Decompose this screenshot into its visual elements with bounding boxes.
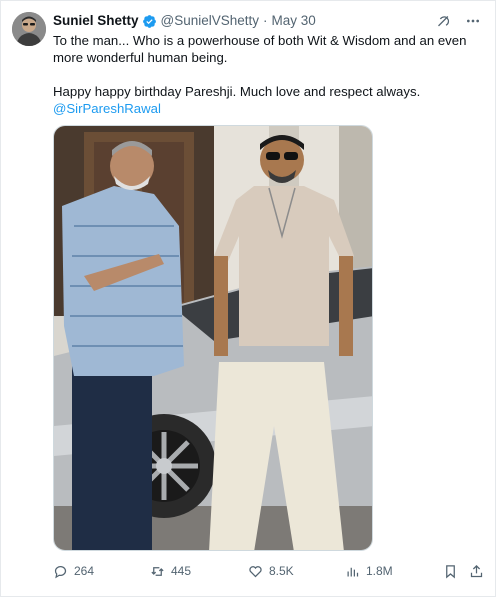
tweet-card[interactable]: Suniel Shetty @SunielVShetty · May 30 To… <box>0 0 496 597</box>
author-name[interactable]: Suniel Shetty <box>53 12 139 30</box>
verified-badge-icon <box>142 14 157 29</box>
tweet-text-line-2: Happy happy birthday Pareshji. Much love… <box>53 84 421 99</box>
views-button[interactable]: 1.8M <box>345 562 393 580</box>
header-actions <box>435 12 481 30</box>
more-icon[interactable] <box>465 12 481 30</box>
reply-count: 264 <box>74 564 95 578</box>
views-icon <box>347 567 359 576</box>
reply-button[interactable]: 264 <box>53 562 94 580</box>
reply-icon <box>54 565 67 578</box>
bookmark-button[interactable] <box>443 562 458 580</box>
tweet-date[interactable]: May 30 <box>272 12 316 30</box>
views-count: 1.8M <box>366 564 393 578</box>
retweet-icon <box>151 566 164 576</box>
tweet-actions: 264 445 8.5K 1.8M <box>53 562 485 580</box>
like-button[interactable]: 8.5K <box>248 562 294 580</box>
photo-illustration <box>54 126 372 550</box>
retweet-count: 445 <box>171 564 192 578</box>
avatar[interactable] <box>12 12 46 46</box>
share-icon <box>470 564 483 577</box>
bookmark-icon <box>446 564 455 578</box>
like-icon <box>249 565 262 577</box>
header-separator: · <box>263 13 268 28</box>
author-handle[interactable]: @SunielVShetty <box>161 12 260 30</box>
share-button[interactable] <box>469 562 484 580</box>
tweet-image[interactable] <box>53 125 373 551</box>
grok-icon[interactable] <box>435 12 451 30</box>
mention-link[interactable]: @SirPareshRawal <box>53 100 493 117</box>
tweet-text-line-1: To the man... Who is a powerhouse of bot… <box>53 33 467 65</box>
tweet-header: Suniel Shetty @SunielVShetty · May 30 <box>53 12 481 30</box>
like-count: 8.5K <box>269 564 294 578</box>
retweet-button[interactable]: 445 <box>150 562 191 580</box>
tweet-text: To the man... Who is a powerhouse of bot… <box>53 32 493 117</box>
